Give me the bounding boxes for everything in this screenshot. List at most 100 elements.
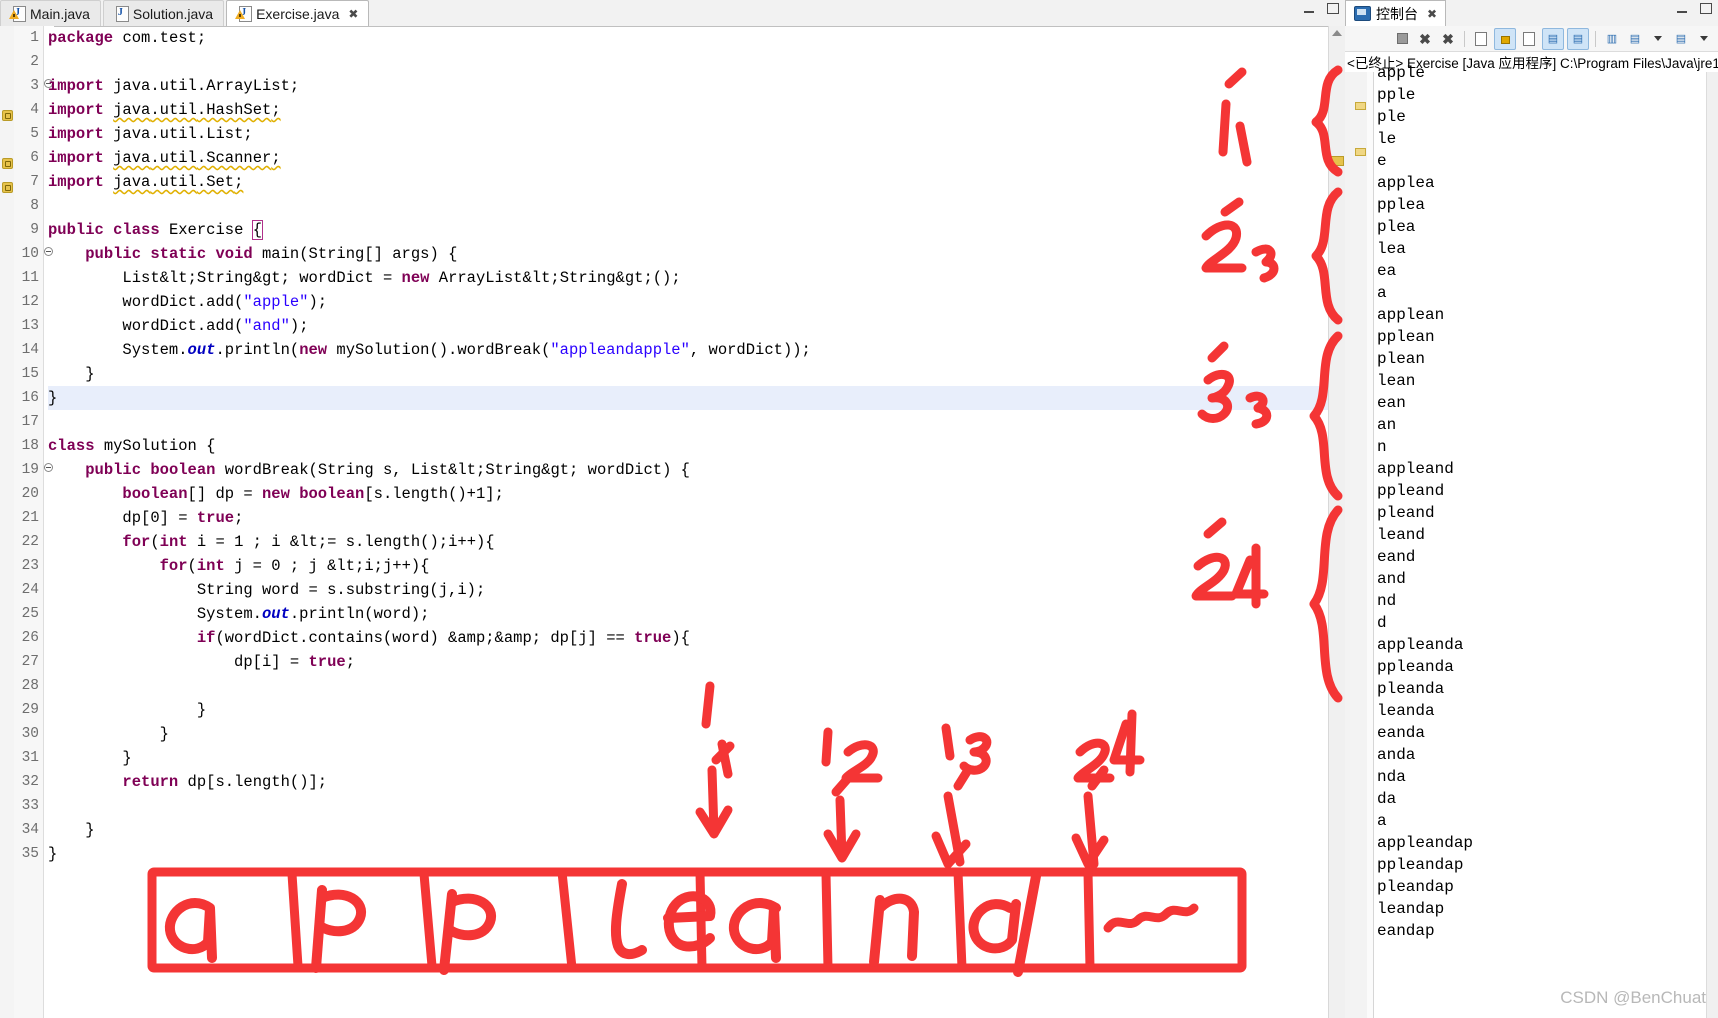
console-toolbar[interactable]: ✖ ✖ ▤ ▤ ▥ ▤ ▤ xyxy=(1345,26,1718,52)
line-number: 28 xyxy=(14,674,39,698)
code-line[interactable]: if(wordDict.contains(word) &amp;&amp; dp… xyxy=(48,626,1338,650)
open-console-dropdown-icon[interactable] xyxy=(1694,29,1714,49)
tab-solution-java[interactable]: J Solution.java xyxy=(103,0,224,26)
code-line[interactable]: import java.util.Scanner; xyxy=(48,146,1338,170)
code-line[interactable]: } xyxy=(48,842,1338,866)
maximize-icon[interactable] xyxy=(1326,2,1339,15)
display-selected-console-dropdown-icon[interactable] xyxy=(1648,29,1668,49)
editor-marker-gutter[interactable] xyxy=(0,26,15,1018)
code-line[interactable]: } xyxy=(48,386,1338,410)
scroll-lock-icon[interactable] xyxy=(1494,28,1516,50)
code-line[interactable]: public static void main(String[] args) { xyxy=(48,242,1338,266)
code-line[interactable]: public boolean wordBreak(String s, List&… xyxy=(48,458,1338,482)
console-output-line: eanda xyxy=(1377,722,1707,744)
console-output-line: appleandap xyxy=(1377,832,1707,854)
code-line[interactable]: dp[i] = true; xyxy=(48,650,1338,674)
line-number: 12 xyxy=(14,290,39,314)
code-line[interactable]: for(int i = 1 ; i &lt;= s.length();i++){ xyxy=(48,530,1338,554)
console-output[interactable]: applepplepleleeappleappleaplealeaeaaappl… xyxy=(1377,62,1707,1018)
terminate-icon[interactable] xyxy=(1392,29,1412,49)
code-line[interactable]: boolean[] dp = new boolean[s.length()+1]… xyxy=(48,482,1338,506)
line-number: 13 xyxy=(14,314,39,338)
console-output-line: ppleandap xyxy=(1377,854,1707,876)
code-line[interactable]: dp[0] = true; xyxy=(48,506,1338,530)
watermark: CSDN @BenChuat xyxy=(1560,988,1706,1008)
console-output-line: leand xyxy=(1377,524,1707,546)
code-line[interactable]: public class Exercise { xyxy=(48,218,1338,242)
pin-console-icon[interactable]: ▥ xyxy=(1602,29,1622,49)
code-line[interactable]: } xyxy=(48,362,1338,386)
warning-marker[interactable] xyxy=(2,181,13,192)
code-line[interactable]: List&lt;String&gt; wordDict = new ArrayL… xyxy=(48,266,1338,290)
code-editor[interactable]: package com.test; import java.util.Array… xyxy=(48,26,1338,1018)
toolbar-divider xyxy=(1595,31,1596,47)
warning-marker[interactable] xyxy=(2,157,13,168)
code-line[interactable] xyxy=(48,410,1338,434)
code-line[interactable]: wordDict.add("apple"); xyxy=(48,290,1338,314)
show-console-on-error-icon[interactable]: ▤ xyxy=(1567,28,1589,50)
code-line[interactable]: System.out.println(word); xyxy=(48,602,1338,626)
show-console-on-output-icon[interactable]: ▤ xyxy=(1542,28,1564,50)
minimize-icon[interactable] xyxy=(1676,2,1689,15)
line-number: 34 xyxy=(14,818,39,842)
clear-console-icon[interactable] xyxy=(1471,29,1491,49)
code-line[interactable] xyxy=(48,794,1338,818)
code-line[interactable]: for(int j = 0 ; j &lt;i;j++){ xyxy=(48,554,1338,578)
editor-scrollbar[interactable] xyxy=(1328,26,1345,1018)
display-selected-console-icon[interactable]: ▤ xyxy=(1625,29,1645,49)
line-number: 31 xyxy=(14,746,39,770)
code-line[interactable]: } xyxy=(48,746,1338,770)
line-number: 7 xyxy=(14,170,39,194)
code-line[interactable]: System.out.println(new mySolution().word… xyxy=(48,338,1338,362)
console-output-line: leanda xyxy=(1377,700,1707,722)
code-line[interactable]: String word = s.substring(j,i); xyxy=(48,578,1338,602)
console-output-line: e xyxy=(1377,150,1707,172)
tab-console[interactable]: 控制台 ✖ xyxy=(1345,0,1446,26)
scroll-up-icon[interactable] xyxy=(1332,30,1342,36)
code-line[interactable]: } xyxy=(48,818,1338,842)
code-line[interactable] xyxy=(48,194,1338,218)
code-line[interactable]: } xyxy=(48,698,1338,722)
line-number: 33 xyxy=(14,794,39,818)
code-line[interactable] xyxy=(48,50,1338,74)
console-output-line: and xyxy=(1377,568,1707,590)
code-line[interactable] xyxy=(48,674,1338,698)
warning-marker[interactable] xyxy=(2,109,13,120)
line-number: 2 xyxy=(14,50,39,74)
line-number: 16 xyxy=(14,386,39,410)
line-number: 21 xyxy=(14,506,39,530)
code-line[interactable]: import java.util.HashSet; xyxy=(48,98,1338,122)
remove-all-terminated-icon[interactable]: ✖ xyxy=(1438,29,1458,49)
console-output-line: anda xyxy=(1377,744,1707,766)
maximize-icon[interactable] xyxy=(1699,2,1712,15)
console-close-icon[interactable]: ✖ xyxy=(1427,7,1437,21)
tab-close-icon[interactable]: ✖ xyxy=(348,7,358,21)
code-line[interactable]: import java.util.List; xyxy=(48,122,1338,146)
code-line[interactable]: import java.util.ArrayList; xyxy=(48,74,1338,98)
open-console-icon[interactable]: ▤ xyxy=(1671,29,1691,49)
remove-launch-icon[interactable]: ✖ xyxy=(1415,29,1435,49)
console-output-line: applea xyxy=(1377,172,1707,194)
code-line[interactable]: import java.util.Set; xyxy=(48,170,1338,194)
console-scrollbar[interactable] xyxy=(1706,72,1718,1018)
word-wrap-icon[interactable] xyxy=(1519,29,1539,49)
tab-exercise-java[interactable]: J Exercise.java ✖ xyxy=(226,0,369,26)
console-output-line: pleanda xyxy=(1377,678,1707,700)
tab-main-java[interactable]: J Main.java xyxy=(0,0,101,26)
code-line[interactable]: package com.test; xyxy=(48,26,1338,50)
editor-tab-bar: J Main.java J Solution.java J Exercise.j… xyxy=(0,0,1345,27)
scroll-warning-marker[interactable] xyxy=(1331,156,1344,166)
line-number: 8 xyxy=(14,194,39,218)
console-output-line: plea xyxy=(1377,216,1707,238)
java-file-warning-icon: J xyxy=(11,6,25,21)
console-gutter xyxy=(1345,72,1368,1018)
code-line[interactable]: wordDict.add("and"); xyxy=(48,314,1338,338)
console-output-line: plean xyxy=(1377,348,1707,370)
editor-line-numbers: 1234567891011121314151617181920212223242… xyxy=(14,26,44,1018)
minimize-icon[interactable] xyxy=(1303,2,1316,15)
tab-label: Main.java xyxy=(30,6,90,22)
code-line[interactable]: } xyxy=(48,722,1338,746)
code-line[interactable]: return dp[s.length()]; xyxy=(48,770,1338,794)
code-line[interactable]: class mySolution { xyxy=(48,434,1338,458)
console-tab-label: 控制台 xyxy=(1376,4,1418,24)
